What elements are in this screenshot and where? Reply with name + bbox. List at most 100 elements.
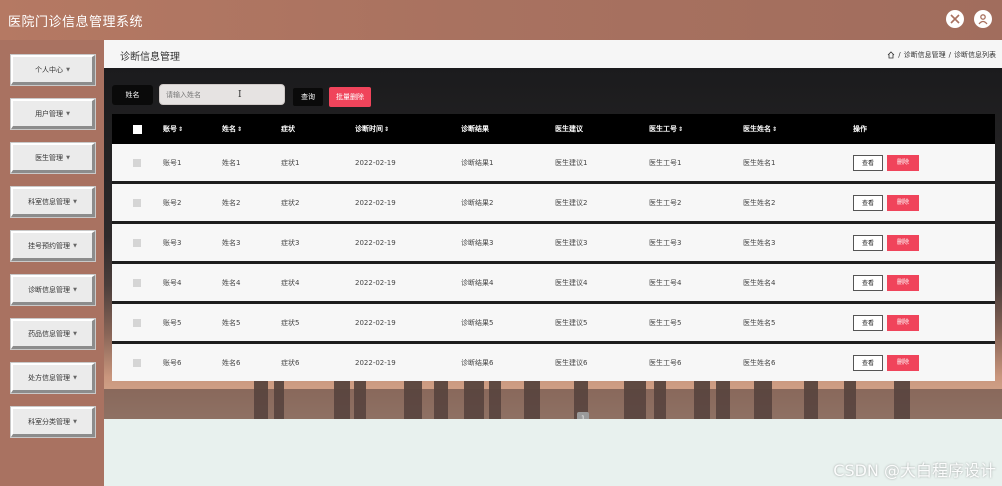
top-header: 医院门诊信息管理系统: [0, 0, 1002, 40]
row-checkbox[interactable]: [133, 318, 141, 327]
chevron-down-icon: ▼: [73, 242, 77, 249]
row-select-cell: [112, 144, 162, 184]
search-name-label: 姓名: [112, 85, 153, 105]
sidebar-item-department-categories[interactable]: 科室分类管理 ▼: [11, 407, 95, 437]
sidebar-item-diagnosis[interactable]: 诊断信息管理 ▼: [11, 275, 95, 305]
cell-diagnosis-result: 诊断结果4: [460, 262, 554, 304]
delete-button[interactable]: 删除: [887, 234, 919, 251]
breadcrumb-separator: /: [898, 51, 901, 59]
sidebar-item-medicines[interactable]: 药品信息管理 ▼: [11, 319, 95, 349]
cell-account: 账号5: [162, 302, 221, 344]
cell-doctor-name: 医生姓名5: [742, 302, 852, 344]
delete-button[interactable]: 删除: [887, 274, 919, 291]
breadcrumb-separator: /: [948, 51, 951, 59]
column-header[interactable]: 医生工号⇕: [648, 114, 742, 144]
column-header: 医生建议: [554, 114, 648, 144]
app-title: 医院门诊信息管理系统: [8, 15, 144, 30]
select-all-checkbox[interactable]: [132, 124, 142, 134]
sidebar-item-label: 医生管理: [35, 153, 64, 162]
sort-icon: ⇕: [772, 126, 778, 133]
delete-button[interactable]: 删除: [887, 154, 919, 171]
select-all-header: [112, 114, 162, 144]
sidebar-item-label: 个人中心: [35, 65, 64, 74]
batch-delete-button[interactable]: 批量删除: [329, 87, 371, 107]
cell-name: 姓名1: [221, 144, 280, 184]
cell-diagnosis-time: 2022-02-19: [354, 182, 460, 224]
table-row: 账号6 姓名6 症状6 2022-02-19 诊断结果6 医生建议6 医生工号6…: [112, 342, 995, 381]
cell-doctor-id: 医生工号1: [648, 144, 742, 184]
cell-name: 姓名2: [221, 182, 280, 224]
cell-doctor-advice: 医生建议5: [554, 302, 648, 344]
sort-icon: ⇕: [678, 126, 684, 133]
cell-symptom: 症状6: [280, 342, 354, 381]
view-button[interactable]: 查看: [853, 314, 883, 331]
sidebar-item-prescriptions[interactable]: 处方信息管理 ▼: [11, 363, 95, 393]
column-header: 症状: [280, 114, 354, 144]
view-button[interactable]: 查看: [853, 274, 883, 291]
table-row: 账号4 姓名4 症状4 2022-02-19 诊断结果4 医生建议4 医生工号4…: [112, 262, 995, 304]
cell-actions: 查看 删除: [852, 302, 995, 344]
sidebar-item-appointments[interactable]: 挂号预约管理 ▼: [11, 231, 95, 261]
cell-name: 姓名3: [221, 222, 280, 264]
watermark-text: CSDN @大白程序设计: [833, 461, 996, 480]
cell-actions: 查看 删除: [852, 222, 995, 264]
cell-doctor-id: 医生工号4: [648, 262, 742, 304]
cell-doctor-advice: 医生建议3: [554, 222, 648, 264]
sidebar-item-label: 挂号预约管理: [28, 241, 71, 250]
cell-symptom: 症状2: [280, 182, 354, 224]
sidebar-item-label: 处方信息管理: [28, 373, 71, 382]
column-header[interactable]: 诊断时间⇕: [354, 114, 460, 144]
cell-doctor-name: 医生姓名2: [742, 182, 852, 224]
cell-symptom: 症状5: [280, 302, 354, 344]
user-icon[interactable]: [974, 10, 992, 28]
breadcrumb-item[interactable]: 诊断信息管理: [904, 50, 946, 60]
row-checkbox[interactable]: [133, 198, 141, 207]
view-button[interactable]: 查看: [853, 154, 883, 171]
row-select-cell: [112, 262, 162, 304]
cell-actions: 查看 删除: [852, 262, 995, 304]
delete-button[interactable]: 删除: [887, 354, 919, 371]
cell-doctor-id: 医生工号2: [648, 182, 742, 224]
cell-diagnosis-result: 诊断结果2: [460, 182, 554, 224]
page-title: 诊断信息管理: [120, 52, 180, 63]
table-row: 账号1 姓名1 症状1 2022-02-19 诊断结果1 医生建议1 医生工号1…: [112, 144, 995, 184]
view-button[interactable]: 查看: [853, 194, 883, 211]
cell-diagnosis-time: 2022-02-19: [354, 302, 460, 344]
view-button[interactable]: 查看: [853, 234, 883, 251]
row-checkbox[interactable]: [133, 278, 141, 287]
cell-diagnosis-time: 2022-02-19: [354, 144, 460, 184]
column-header[interactable]: 姓名⇕: [221, 114, 280, 144]
cell-doctor-id: 医生工号6: [648, 342, 742, 381]
cell-doctor-name: 医生姓名6: [742, 342, 852, 381]
view-button[interactable]: 查看: [853, 354, 883, 371]
column-header[interactable]: 医生姓名⇕: [742, 114, 852, 144]
search-name-input[interactable]: [159, 84, 285, 105]
column-header[interactable]: 账号⇕: [162, 114, 221, 144]
chevron-down-icon: ▼: [73, 198, 77, 205]
cell-actions: 查看 删除: [852, 342, 995, 381]
sidebar-item-departments[interactable]: 科室信息管理 ▼: [11, 187, 95, 217]
fullscreen-icon[interactable]: [946, 10, 964, 28]
row-checkbox[interactable]: [133, 158, 141, 167]
cell-account: 账号6: [162, 342, 221, 381]
delete-button[interactable]: 删除: [887, 194, 919, 211]
query-button[interactable]: 查询: [293, 88, 323, 106]
pagination-page-button[interactable]: 1: [577, 412, 589, 419]
home-icon[interactable]: [887, 51, 895, 59]
cell-symptom: 症状4: [280, 262, 354, 304]
cell-doctor-advice: 医生建议6: [554, 342, 648, 381]
cell-account: 账号4: [162, 262, 221, 304]
sort-icon: ⇕: [237, 126, 243, 133]
sidebar-item-doctors[interactable]: 医生管理 ▼: [11, 143, 95, 173]
chevron-down-icon: ▼: [66, 110, 70, 117]
cell-diagnosis-result: 诊断结果6: [460, 342, 554, 381]
chevron-down-icon: ▼: [73, 418, 77, 425]
row-checkbox[interactable]: [133, 358, 141, 367]
table-row: 账号2 姓名2 症状2 2022-02-19 诊断结果2 医生建议2 医生工号2…: [112, 182, 995, 224]
chevron-down-icon: ▼: [73, 330, 77, 337]
breadcrumb-item-current: 诊断信息列表: [954, 51, 996, 59]
delete-button[interactable]: 删除: [887, 314, 919, 331]
sidebar-item-personal-center[interactable]: 个人中心 ▼: [11, 55, 95, 85]
row-checkbox[interactable]: [133, 238, 141, 247]
sidebar-item-users[interactable]: 用户管理 ▼: [11, 99, 95, 129]
